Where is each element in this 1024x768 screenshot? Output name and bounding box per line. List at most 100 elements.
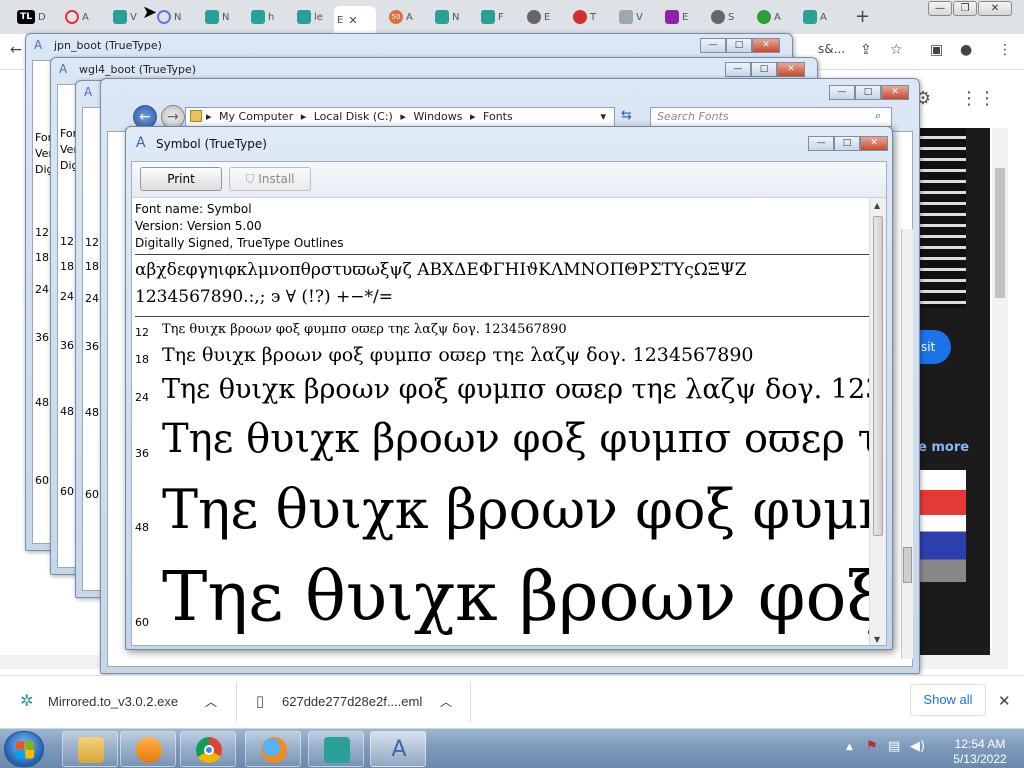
restore-icon[interactable]: ❐: [953, 1, 977, 16]
sample-text: Τηε θυιχκ βροων φοξ φυμπσ οϖερ τηε λαζψ …: [162, 374, 870, 405]
tab-label: N: [222, 11, 230, 23]
taskbar-firefox[interactable]: [245, 731, 301, 767]
browser-tab[interactable]: le: [294, 6, 326, 28]
search-icon[interactable]: ⌕: [875, 109, 881, 123]
side-panel-icon[interactable]: ▣: [930, 42, 943, 58]
browser-tab[interactable]: 50 A: [386, 6, 418, 28]
maximize-icon[interactable]: □: [855, 85, 881, 100]
close-icon[interactable]: ✕: [860, 136, 888, 151]
taskbar-chrome[interactable]: [180, 731, 236, 767]
show-all-button[interactable]: Show all: [910, 684, 986, 716]
new-tab-button[interactable]: +: [855, 6, 870, 27]
divider: [135, 254, 869, 255]
browser-tab[interactable]: h: [248, 6, 280, 28]
divider: [135, 316, 869, 317]
scroll-up-arrow-icon[interactable]: ▲: [874, 201, 880, 210]
minimize-icon[interactable]: —: [928, 1, 952, 16]
download-item-name[interactable]: 627dde277d28e2f....eml: [282, 690, 422, 714]
browser-tab[interactable]: E: [662, 6, 694, 28]
volume-icon[interactable]: ◀): [910, 739, 925, 754]
scroll-down-arrow-icon[interactable]: ▼: [874, 635, 880, 644]
maximize-icon[interactable]: □: [834, 136, 860, 151]
browser-tab[interactable]: A: [62, 6, 94, 28]
taskbar-font-viewer[interactable]: A: [370, 731, 426, 767]
menu-dots-icon[interactable]: ⋮: [998, 42, 1012, 58]
show-hidden-icons-icon[interactable]: ▲: [846, 742, 853, 752]
download-app-icon: ✲: [20, 693, 34, 710]
taskbar-media-player[interactable]: [120, 731, 176, 767]
chevron-up-icon[interactable]: ︿: [205, 690, 217, 714]
action-center-icon[interactable]: ⚑: [866, 739, 878, 754]
network-icon[interactable]: ▤: [888, 739, 900, 754]
size-label: 12: [35, 226, 49, 239]
breadcrumb-item[interactable]: Windows: [413, 110, 462, 123]
close-icon[interactable]: ✕: [978, 1, 1012, 16]
refresh-icon[interactable]: ⇆: [621, 108, 632, 123]
minimize-icon[interactable]: —: [829, 85, 855, 100]
browser-tab[interactable]: E: [524, 6, 556, 28]
close-downloads-icon[interactable]: ✕: [998, 690, 1011, 714]
browser-tab[interactable]: N: [154, 6, 186, 28]
breadcrumb-item[interactable]: Local Disk (C:): [314, 110, 393, 123]
bookmark-star-icon[interactable]: ☆: [890, 42, 903, 58]
scroll-thumb[interactable]: [873, 216, 883, 536]
browser-tab[interactable]: A: [800, 6, 832, 28]
maximize-icon[interactable]: □: [751, 62, 777, 77]
breadcrumb-item[interactable]: My Computer: [219, 110, 293, 123]
search-fonts-input[interactable]: Search Fonts: [650, 107, 892, 127]
apps-grid-icon[interactable]: ⋮⋮: [960, 88, 996, 109]
close-icon[interactable]: ✕: [881, 85, 909, 100]
size-label: 60: [60, 485, 74, 498]
clock[interactable]: 12:54 AM 5/13/2022: [940, 737, 1020, 767]
tab-label: le: [314, 11, 323, 23]
minimize-icon[interactable]: —: [700, 38, 726, 53]
chevron-up-icon[interactable]: ︿: [440, 690, 452, 714]
breadcrumb-item[interactable]: Fonts: [483, 110, 513, 123]
minimize-icon[interactable]: —: [808, 136, 834, 151]
app-icon: [324, 737, 350, 763]
browser-tab[interactable]: A: [754, 6, 786, 28]
close-icon[interactable]: ✕: [752, 38, 780, 53]
taskbar-explorer[interactable]: [62, 731, 118, 767]
browser-tab-active[interactable]: E ✕: [334, 6, 376, 34]
browser-tab[interactable]: F: [478, 6, 510, 28]
browser-tab[interactable]: N: [202, 6, 234, 28]
maximize-icon[interactable]: □: [726, 38, 752, 53]
close-icon[interactable]: ✕: [777, 62, 805, 77]
symbol-font-window[interactable]: A Symbol (TrueType) — □ ✕ Print ⛉ Install …: [125, 126, 893, 650]
start-button[interactable]: [4, 731, 44, 767]
dropdown-arrow-icon[interactable]: ▾: [600, 108, 606, 126]
browser-tab[interactable]: N: [432, 6, 464, 28]
profile-icon[interactable]: ●: [960, 42, 972, 58]
download-item-name[interactable]: Mirrored.to_v3.0.2.exe: [48, 690, 178, 714]
taskbar-app[interactable]: [308, 731, 364, 767]
page-scrollbar[interactable]: [992, 128, 1008, 656]
font-viewer-icon: A: [391, 737, 407, 762]
tab-label: E: [544, 11, 551, 23]
browser-tab[interactable]: V: [110, 6, 142, 28]
learn-more-link[interactable]: e more: [918, 440, 969, 455]
browser-tab[interactable]: TL D: [14, 6, 46, 28]
divider: [470, 682, 471, 722]
chrome-icon: [196, 737, 222, 763]
firefox-icon: [261, 737, 287, 763]
size-label: 24: [60, 290, 74, 303]
favicon-icon: [251, 10, 265, 24]
browser-tab[interactable]: V: [616, 6, 648, 28]
back-arrow-icon[interactable]: ←: [10, 42, 22, 58]
browser-tab[interactable]: T: [570, 6, 602, 28]
print-button[interactable]: Print: [140, 167, 222, 191]
close-tab-icon[interactable]: ✕: [348, 14, 357, 27]
sample-size-label: 48: [135, 521, 149, 534]
preview-scrollbar[interactable]: ▲ ▼: [869, 198, 886, 645]
address-bar[interactable]: ▸ My Computer ▸ Local Disk (C:) ▸ Window…: [185, 107, 615, 127]
browser-tab[interactable]: S: [708, 6, 740, 28]
share-icon[interactable]: ⇪: [860, 42, 872, 58]
scroll-thumb[interactable]: [903, 547, 912, 583]
minimize-icon[interactable]: —: [725, 62, 751, 77]
tab-label: A: [82, 11, 89, 23]
install-button[interactable]: ⛉ Install: [229, 167, 311, 191]
sample-size-label: 36: [135, 447, 149, 460]
explorer-scrollbar[interactable]: [901, 229, 913, 659]
scroll-thumb[interactable]: [995, 168, 1005, 298]
